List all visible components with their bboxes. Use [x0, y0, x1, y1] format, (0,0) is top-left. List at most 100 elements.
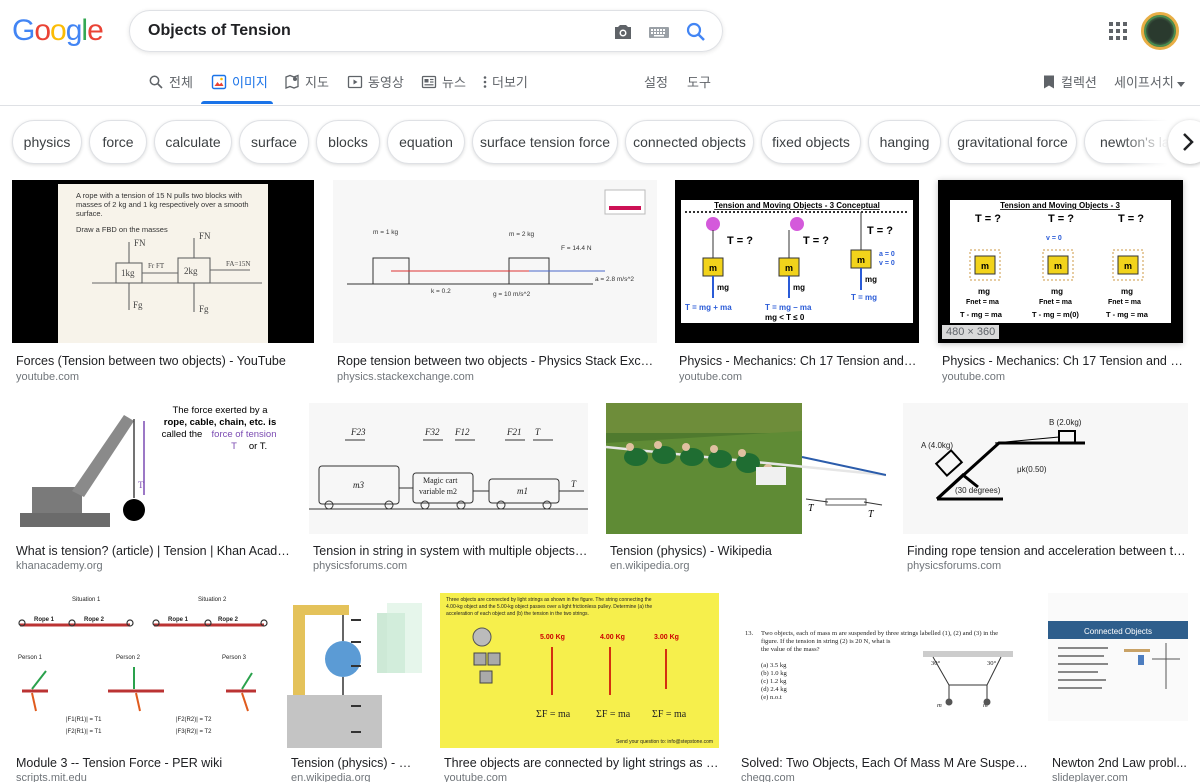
google-logo[interactable]: Google [12, 14, 104, 48]
result-thumbnail[interactable]: F23 F32 F12 F21 T m3 m1 T Magic cart var… [309, 403, 588, 534]
result-thumbnail[interactable]: A (4.0kg) B (2.0kg) μk(0.50) (30 degrees… [903, 403, 1188, 534]
chip[interactable]: calculate [154, 120, 232, 164]
result-thumbnail[interactable]: m = 1 kg m = 2 kg F = 14.4 N k = 0.2 g =… [333, 180, 657, 343]
result-thumbnail[interactable]: A rope with a tension of 15 N pulls two … [12, 180, 314, 343]
chip[interactable]: hanging [868, 120, 941, 164]
chip[interactable]: force [89, 120, 147, 164]
chips-next-button[interactable] [1168, 120, 1200, 164]
result-title[interactable]: Forces (Tension between two objects) - Y… [16, 354, 312, 368]
image-result[interactable]: A rope with a tension of 15 N pulls two … [12, 180, 314, 386]
result-thumbnail[interactable]: T T [606, 403, 886, 534]
result-source[interactable]: en.wikipedia.org [291, 772, 422, 782]
chip[interactable]: equation [387, 120, 465, 164]
thumb-text: T = mg + ma [685, 303, 732, 312]
result-source[interactable]: physicsforums.com [313, 560, 588, 572]
chip[interactable]: gravitational force [948, 120, 1077, 164]
result-thumbnail[interactable]: Connected Objects [1048, 593, 1188, 748]
image-result[interactable]: Tension and Moving Objects - 3 Conceptua… [675, 180, 919, 386]
result-thumbnail[interactable]: Tension and Moving Objects - 3 Conceptua… [675, 180, 919, 343]
result-source[interactable]: youtube.com [444, 772, 719, 782]
active-tab-indicator [201, 101, 273, 104]
chip[interactable]: surface tension force [472, 120, 618, 164]
settings-link[interactable]: 설정 [644, 72, 668, 104]
result-source[interactable]: physicsforums.com [907, 560, 1188, 572]
news-icon [421, 75, 437, 89]
result-title[interactable]: Rope tension between two objects - Physi… [337, 354, 657, 368]
image-result[interactable]: 13. Two objects, each of mass m are susp… [737, 593, 1030, 782]
result-title[interactable]: Module 3 -- Tension Force - PER wiki [16, 756, 268, 770]
result-title[interactable]: Newton 2nd Law probl... [1052, 756, 1188, 770]
result-thumbnail[interactable]: 13. Two objects, each of mass m are susp… [737, 593, 1030, 748]
search-icon[interactable] [684, 20, 708, 44]
image-result[interactable]: Tension and Moving Objects - 3 T = ? T =… [938, 180, 1183, 386]
thumb-text: (c) 1.2 kg [761, 678, 787, 685]
image-result[interactable]: Connected Objects Newton 2nd Law probl..… [1048, 593, 1188, 782]
result-title[interactable]: What is tension? (article) | Tension | K… [16, 544, 292, 558]
chip[interactable]: blocks [316, 120, 380, 164]
thumb-text: Tension and Moving Objects - 3 Conceptua… [714, 201, 880, 210]
image-result[interactable]: Three objects are connected by light str… [440, 593, 719, 782]
result-source[interactable]: physics.stackexchange.com [337, 371, 657, 383]
result-source[interactable]: chegg.com [741, 772, 1030, 782]
thumb-text: g = 10 m/s^2 [493, 291, 531, 298]
tab-videos[interactable]: 동영상 [347, 72, 404, 104]
image-result[interactable]: Tension (physics) - Wi... en.wikipedia.o… [287, 593, 422, 782]
tab-maps[interactable]: 지도 [284, 72, 329, 104]
result-thumbnail[interactable]: Situation 1 Situation 2 Rope 1 Rope 2 Ro… [12, 593, 268, 748]
tab-all[interactable]: 전체 [148, 72, 193, 104]
image-result[interactable]: T The force exerted by a rope, cable, ch… [12, 403, 292, 573]
tab-news[interactable]: 뉴스 [421, 72, 466, 104]
tools-link[interactable]: 도구 [687, 72, 711, 104]
image-result[interactable]: Situation 1 Situation 2 Rope 1 Rope 2 Ro… [12, 593, 268, 782]
result-thumbnail[interactable]: Three objects are connected by light str… [440, 593, 719, 748]
result-source[interactable]: youtube.com [942, 371, 1183, 383]
result-thumbnail[interactable]: Tension and Moving Objects - 3 T = ? T =… [938, 180, 1183, 343]
thumb-text: Draw a FBD on the masses [76, 225, 168, 234]
thumb-text: Three objects are connected by light str… [446, 597, 652, 603]
result-thumbnail[interactable] [287, 593, 422, 748]
safesearch-menu[interactable]: 세이프서치 [1114, 72, 1190, 104]
thumb-text: called the [162, 429, 203, 440]
search-input[interactable]: Objects of Tension [148, 22, 291, 40]
keyboard-icon[interactable] [647, 20, 671, 44]
result-source[interactable]: slideplayer.com [1052, 772, 1188, 782]
chip[interactable]: physics [12, 120, 82, 164]
image-result[interactable]: F23 F32 F12 F21 T m3 m1 T Magic cart var… [309, 403, 588, 573]
result-thumbnail[interactable]: T The force exerted by a rope, cable, ch… [12, 403, 292, 534]
avatar[interactable] [1141, 12, 1179, 50]
tab-images[interactable]: 이미지 [211, 72, 268, 104]
result-source[interactable]: en.wikipedia.org [610, 560, 886, 572]
collections-link[interactable]: 컬렉션 [1042, 72, 1097, 104]
image-result[interactable]: m = 1 kg m = 2 kg F = 14.4 N k = 0.2 g =… [333, 180, 657, 386]
thumb-text: 13. [745, 630, 754, 637]
thumb-text: the value of the mass? [761, 646, 820, 653]
image-result[interactable]: T T Tension (physics) - Wikipedia en.wik… [606, 403, 886, 573]
chip[interactable]: fixed objects [761, 120, 861, 164]
apps-grid-icon[interactable] [1108, 21, 1128, 41]
chip[interactable]: connected objects [625, 120, 754, 164]
result-title[interactable]: Physics - Mechanics: Ch 17 Tension and W… [679, 354, 919, 368]
result-title[interactable]: Finding rope tension and acceleration be… [907, 544, 1188, 558]
result-title[interactable]: Physics - Mechanics: Ch 17 Tension and W… [942, 354, 1183, 368]
result-title[interactable]: Tension (physics) - Wi... [291, 756, 422, 770]
result-source[interactable]: scripts.mit.edu [16, 772, 268, 782]
thumb-text: v = 0 [1046, 235, 1062, 242]
image-result[interactable]: A (4.0kg) B (2.0kg) μk(0.50) (30 degrees… [903, 403, 1188, 573]
thumb-text: FN [199, 231, 211, 241]
result-source[interactable]: youtube.com [16, 371, 312, 383]
thumb-text: mg [793, 283, 805, 292]
result-title[interactable]: Tension (physics) - Wikipedia [610, 544, 886, 558]
search-box[interactable]: Objects of Tension [129, 10, 723, 52]
thumb-text: T = ? [975, 213, 1001, 225]
thumb-text: 5.00 Kg [540, 634, 565, 641]
result-title[interactable]: Tension in string in system with multipl… [313, 544, 588, 558]
thumb-text: Person 1 [18, 655, 43, 661]
result-source[interactable]: khanacademy.org [16, 560, 292, 572]
result-source[interactable]: youtube.com [679, 371, 919, 383]
camera-icon[interactable] [611, 20, 635, 44]
thumb-text: T - mg = ma [960, 310, 1003, 319]
result-title[interactable]: Solved: Two Objects, Each Of Mass M Are … [741, 756, 1030, 770]
chip[interactable]: surface [239, 120, 309, 164]
tab-more[interactable]: 더보기 [481, 72, 528, 104]
result-title[interactable]: Three objects are connected by light str… [444, 756, 719, 770]
